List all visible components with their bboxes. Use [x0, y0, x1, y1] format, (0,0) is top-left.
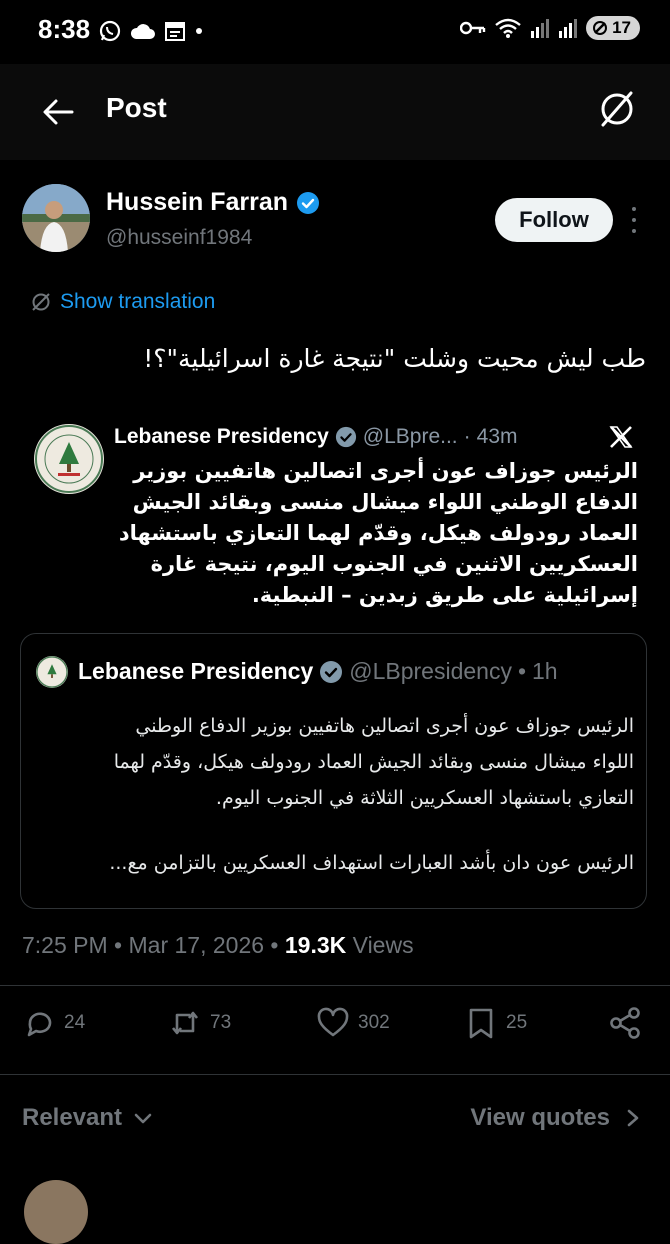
reply-count: 24	[64, 1012, 86, 1033]
meta-separator: •	[270, 932, 279, 958]
author-name[interactable]: Hussein Farran	[106, 188, 288, 217]
nested-quote-truncated-text: الرئيس عون دان بأشد العبارات استهداف الع…	[109, 852, 634, 874]
presidency-seal-icon	[36, 656, 68, 688]
post-text: طب ليش محيت وشلت "نتيجة غارة اسرائيلية"؟…	[143, 344, 646, 373]
divider	[0, 1074, 670, 1075]
chevron-down-icon	[134, 1113, 152, 1124]
quoted-post-line: إسرائيلية على طريق زبدين – النبطية.	[251, 583, 638, 607]
quoted-post-header: Lebanese Presidency @LBpre... · 43m	[114, 425, 518, 449]
views-count[interactable]: 19.3K	[285, 932, 346, 958]
status-time: 8:38	[38, 14, 91, 44]
nested-quote-line: الرئيس جوزاف عون أجرى اتصالين هاتفيين بو…	[135, 715, 634, 737]
like-button[interactable]: 302	[316, 1006, 390, 1040]
signal-icon	[531, 19, 550, 38]
bookmark-icon	[469, 1008, 493, 1039]
author-name-row[interactable]: Hussein Farran	[106, 188, 320, 217]
show-translation-link[interactable]: Show translation	[30, 290, 215, 314]
follow-button[interactable]: Follow	[495, 198, 613, 242]
x-logo-icon	[609, 426, 633, 448]
status-left-icons	[98, 18, 204, 44]
quoted-post-text: الرئيس جوزاف عون أجرى اتصالين هاتفيين بو…	[118, 456, 638, 611]
quoted-post-line: الدفاع الوطني اللواء ميشال منسى وبقائد ا…	[132, 490, 638, 514]
quoted-author-handle[interactable]: @LBpre...	[363, 425, 458, 449]
verified-gray-badge-icon	[320, 660, 343, 683]
quoted-avatar[interactable]	[34, 424, 104, 494]
battery-level: 17	[612, 18, 631, 37]
avatar[interactable]	[22, 184, 90, 252]
signal-roaming-icon	[559, 19, 578, 38]
nested-quote-line: التعازي باستشهاد العسكريين الثلاثة في ال…	[215, 787, 634, 809]
more-options-icon[interactable]	[626, 204, 642, 236]
view-quotes-link[interactable]: View quotes	[470, 1104, 642, 1132]
share-button[interactable]	[608, 1006, 642, 1040]
battery-indicator: 17	[586, 16, 640, 40]
dot-icon	[196, 28, 202, 34]
view-quotes-label[interactable]: View quotes	[470, 1104, 610, 1132]
post-meta: 7:25 PM • Mar 17, 2026 • 19.3K Views	[22, 932, 414, 959]
reply-icon	[27, 1012, 52, 1037]
translate-slash-icon[interactable]	[596, 88, 638, 130]
bookmark-button[interactable]: 25	[464, 1006, 527, 1040]
chevron-right-icon	[627, 1109, 639, 1127]
nested-quote-avatar	[36, 656, 68, 688]
verified-gray-badge-icon	[335, 426, 356, 448]
key-icon	[460, 21, 486, 35]
battery-saver-icon	[593, 21, 608, 35]
cloud-icon	[130, 24, 155, 39]
sort-dropdown[interactable]: Relevant	[22, 1104, 154, 1132]
bookmark-count: 25	[506, 1012, 528, 1033]
show-translation-label[interactable]: Show translation	[60, 290, 215, 314]
arrow-left-icon[interactable]	[36, 90, 80, 134]
presidency-seal-icon	[35, 425, 103, 493]
post-time: 7:25 PM	[22, 932, 108, 958]
nested-author-handle: @LBpresidency	[349, 658, 512, 684]
reply-button[interactable]: 24	[22, 1006, 85, 1040]
wifi-icon	[495, 18, 521, 38]
quoted-post-time: 43m	[476, 425, 518, 448]
translate-slash-icon	[32, 293, 50, 311]
quoted-post-line: الرئيس جوزاف عون أجرى اتصالين هاتفيين بو…	[133, 459, 638, 483]
reply-avatar[interactable]	[24, 1180, 88, 1244]
quoted-post-line: العماد رودولف هيكل، وقدّم لهما التعازي ب…	[118, 521, 638, 545]
repost-icon	[171, 1011, 199, 1035]
calendar-icon	[165, 22, 185, 41]
views-label[interactable]: Views	[353, 932, 414, 958]
page-title: Post	[106, 92, 167, 123]
status-right-icons: 17	[460, 16, 640, 40]
sort-label[interactable]: Relevant	[22, 1104, 122, 1132]
avatar-image	[22, 184, 90, 252]
nested-quote-text: الرئيس جوزاف عون أجرى اتصالين هاتفيين بو…	[40, 708, 634, 816]
nested-author-name: Lebanese Presidency	[78, 658, 314, 684]
divider	[0, 985, 670, 986]
quoted-post-line: العسكريين الاثنين في الجنوب اليوم، نتيجة…	[150, 552, 638, 576]
nested-post-time: 1h	[532, 658, 558, 684]
whatsapp-icon	[99, 20, 121, 42]
meta-separator: ·	[463, 425, 471, 448]
repost-count: 73	[210, 1012, 232, 1033]
heart-icon	[317, 1007, 349, 1037]
verified-badge-icon	[297, 191, 320, 214]
repost-button[interactable]: 73	[168, 1006, 231, 1040]
status-bar: 8:38 17	[0, 0, 670, 64]
nested-quote-header: Lebanese Presidency @LBpresidency • 1h	[78, 658, 558, 685]
meta-separator: •	[517, 658, 527, 684]
share-icon	[610, 1007, 640, 1039]
post-date: Mar 17, 2026	[128, 932, 265, 958]
meta-separator: •	[114, 932, 123, 958]
like-count: 302	[358, 1012, 390, 1033]
nested-quote-line: اللواء ميشال منسى وبقائد الجيش العماد رو…	[113, 751, 634, 773]
quoted-author-name[interactable]: Lebanese Presidency	[114, 425, 329, 449]
post-header: Post	[0, 64, 670, 160]
author-handle[interactable]: @husseinf1984	[106, 226, 252, 250]
